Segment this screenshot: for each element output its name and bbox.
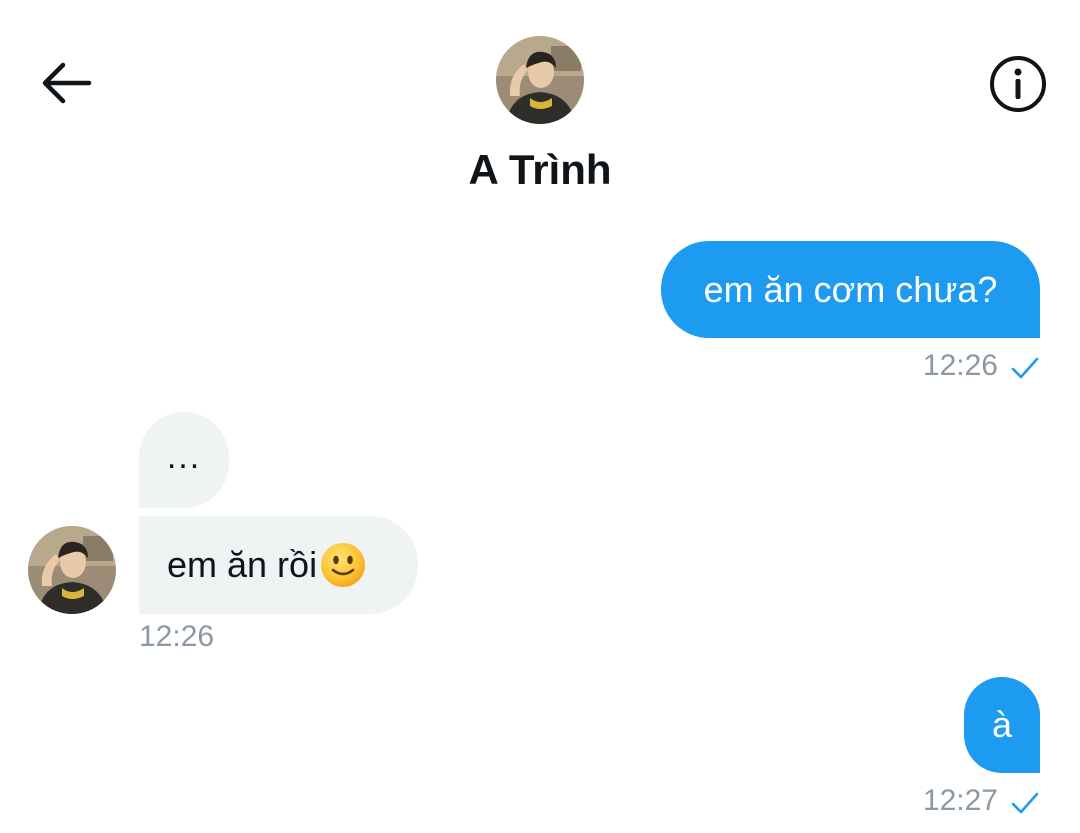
contact-avatar[interactable] xyxy=(28,526,116,614)
info-circle-icon xyxy=(990,56,1046,112)
message-text: à xyxy=(991,704,1013,745)
check-icon xyxy=(1011,357,1039,379)
info-button[interactable] xyxy=(986,52,1050,116)
message-timestamp: 12:26 xyxy=(922,349,998,382)
slightly-smiling-face-icon xyxy=(321,543,366,587)
avatar-image xyxy=(28,526,116,614)
message-timestamp: 12:26 xyxy=(139,620,215,653)
outgoing-message-bubble[interactable]: em ăn cơm chưa? xyxy=(661,241,1040,338)
incoming-message-bubble[interactable]: ... xyxy=(139,412,229,508)
contact-avatar[interactable] xyxy=(496,36,584,124)
message-text: em ăn cơm chưa? xyxy=(703,268,998,310)
outgoing-message-bubble[interactable]: à xyxy=(964,677,1040,773)
back-button[interactable] xyxy=(28,50,104,116)
message-text: em ăn rồi xyxy=(167,544,318,585)
message-text: ... xyxy=(166,438,202,476)
incoming-message-bubble[interactable]: em ăn rồi xyxy=(139,516,418,614)
avatar-image xyxy=(496,36,584,124)
page-title[interactable]: A Trình xyxy=(340,142,740,198)
check-icon xyxy=(1011,792,1039,814)
arrow-left-icon xyxy=(42,62,92,104)
message-timestamp: 12:27 xyxy=(922,784,998,817)
